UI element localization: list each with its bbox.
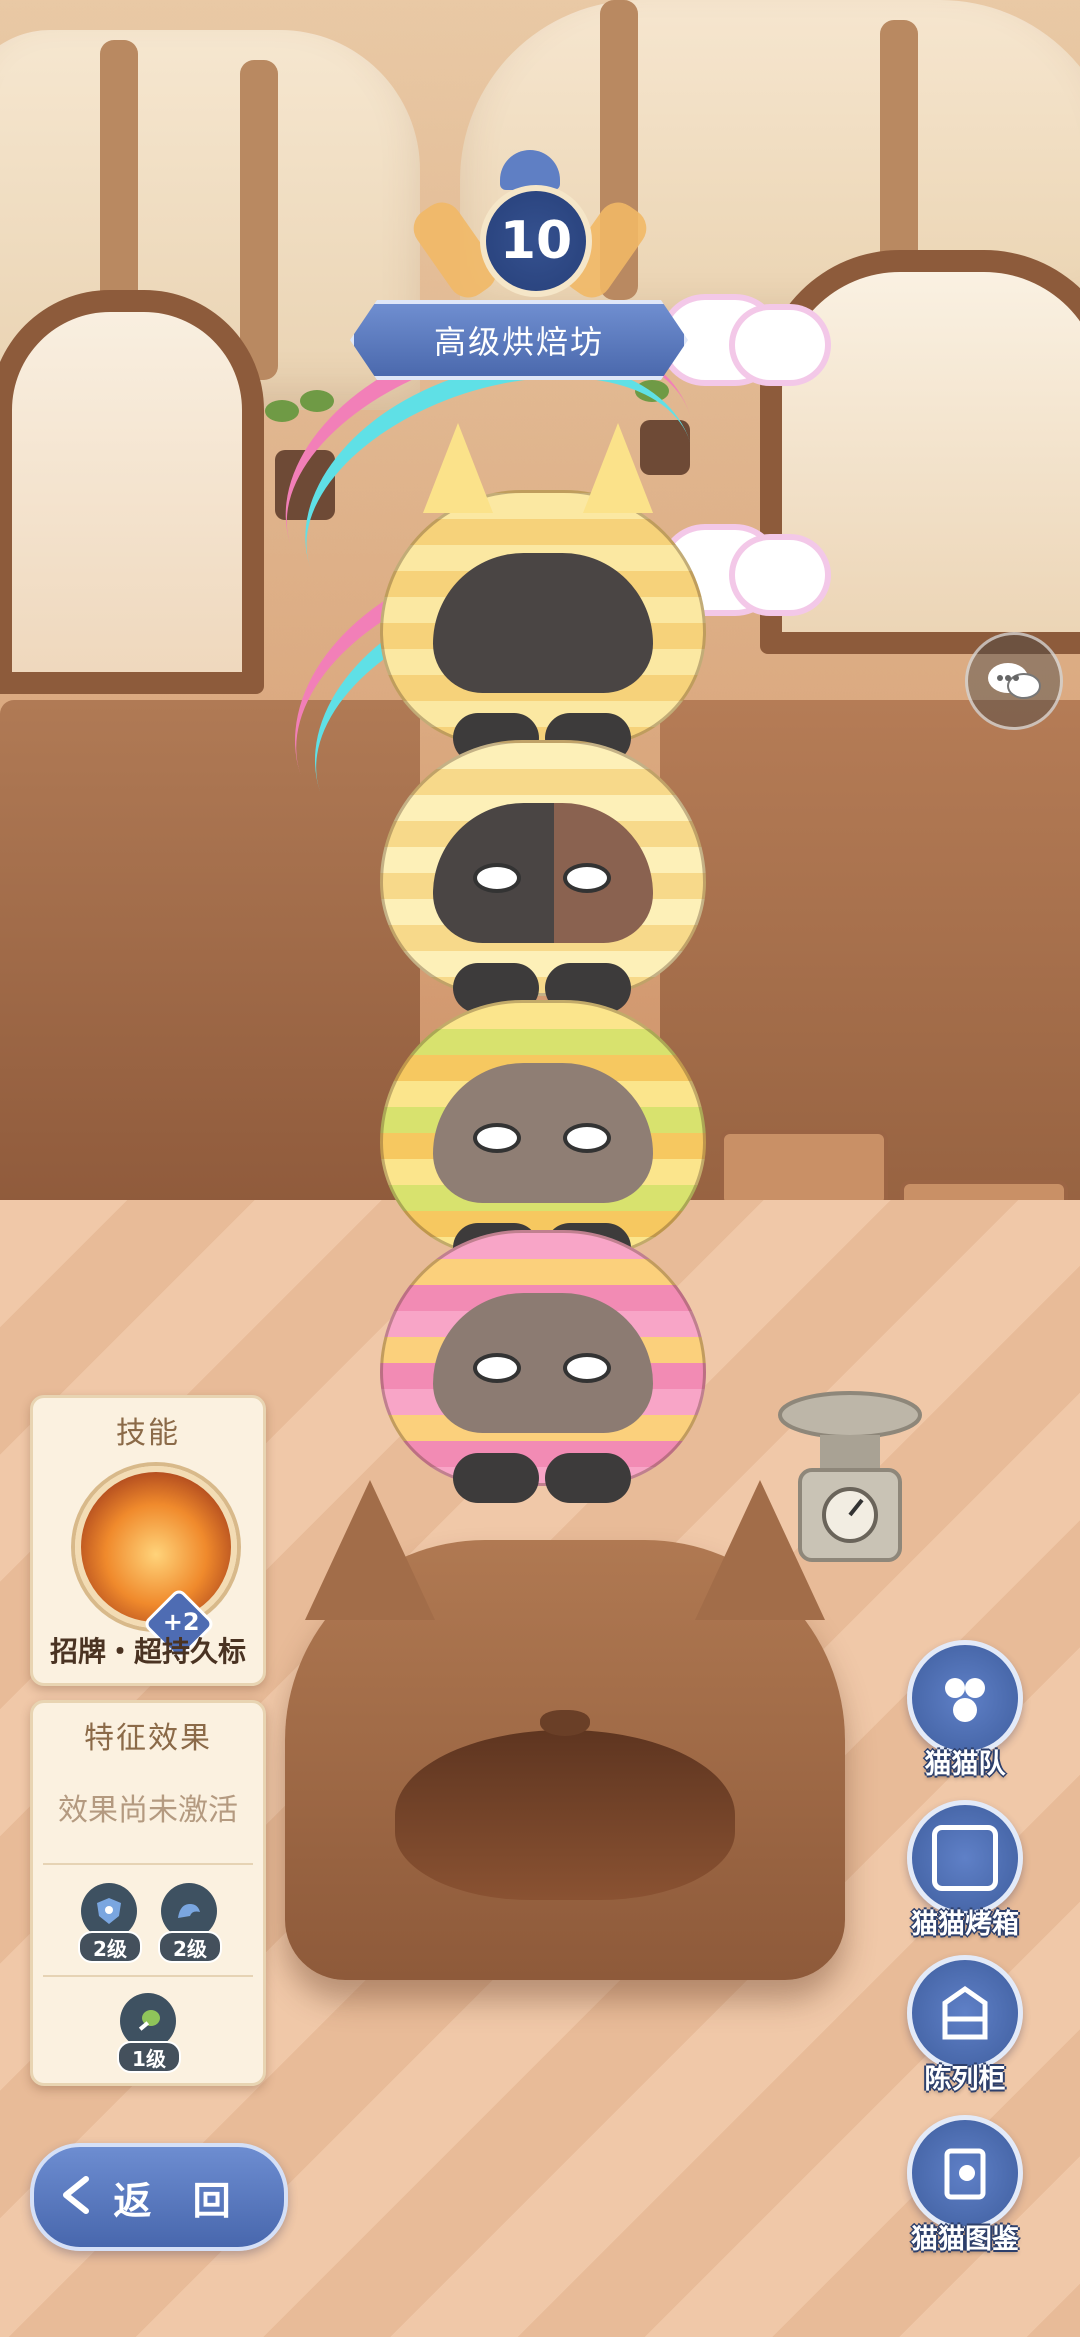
cat-encyclopedia-icon (907, 2115, 1023, 2231)
trait-level-item[interactable]: 2级 (78, 1883, 142, 1963)
chef-hat-icon (500, 150, 560, 190)
cloud-puff (735, 540, 825, 610)
cat-face (433, 1063, 653, 1203)
cat-oven-icon (907, 1800, 1023, 1916)
plant-leaf (265, 400, 299, 422)
window-left (0, 290, 264, 694)
divider (43, 1975, 253, 1977)
feature-panel[interactable]: 特征效果 效果尚未激活 2级 2级 1级 (30, 1700, 266, 2086)
trait-level-item[interactable]: 1级 (117, 1993, 181, 2073)
cat-paws (453, 1453, 633, 1503)
oven-ear-right (695, 1480, 825, 1620)
flame-bread-skill-icon[interactable] (75, 1466, 237, 1628)
cat-team-icon (907, 1640, 1023, 1756)
feature-status: 效果尚未激活 (58, 1793, 238, 1828)
display-cabinet-icon (907, 1955, 1023, 2071)
oven-ear-left (305, 1480, 435, 1620)
skill-panel-title: 技能 (116, 1416, 180, 1451)
roof-beam (240, 60, 278, 380)
menu-label: 猫猫图鉴 (911, 2224, 1019, 2255)
cat-ear (423, 423, 493, 513)
menu-cat-encyclopedia[interactable]: 猫猫图鉴 (880, 2115, 1050, 2265)
menu-cat-team[interactable]: 猫猫队 (880, 1640, 1050, 1790)
back-button-label: 返 回 (113, 2178, 245, 2223)
menu-label: 陈列柜 (924, 2064, 1006, 2095)
drawer (720, 1130, 888, 1208)
oven-mouth (395, 1730, 735, 1900)
cat-ear (583, 423, 653, 513)
cat-gray[interactable] (380, 1000, 706, 1273)
cat-eye (563, 1353, 611, 1383)
trait-level-item[interactable]: 2级 (158, 1883, 222, 1963)
rank-title: 高级烘焙坊 (350, 300, 688, 380)
chat-bubble-icon (988, 663, 1041, 699)
trait-level-label: 1级 (117, 2041, 181, 2073)
bakery-level-badge[interactable]: 10 (405, 150, 655, 320)
cloud-puff (735, 310, 825, 380)
skill-name: 招牌・超持久标 (49, 1635, 246, 1668)
menu-label: 猫猫烤箱 (911, 1909, 1019, 1940)
cat-face (433, 553, 653, 693)
cat-oven[interactable] (285, 1480, 845, 1980)
feature-panel-title: 特征效果 (84, 1721, 212, 1756)
back-button[interactable]: 返 回 (30, 2143, 288, 2251)
skill-panel[interactable]: 技能 +2 招牌・超持久标 (30, 1395, 266, 1686)
cat-face (433, 1293, 653, 1433)
divider (43, 1863, 253, 1865)
cat-top[interactable] (380, 423, 706, 763)
menu-label: 猫猫队 (924, 1749, 1006, 1780)
cat-eye (473, 1123, 521, 1153)
cat-bottom[interactable] (380, 1230, 706, 1503)
level-number: 10 (480, 185, 592, 297)
cat-eye (563, 863, 611, 893)
cat-eye (473, 863, 521, 893)
cat-calico[interactable] (380, 740, 706, 1013)
cat-face (433, 803, 653, 943)
back-arrow-icon (63, 2176, 89, 2214)
menu-display-cabinet[interactable]: 陈列柜 (880, 1955, 1050, 2105)
plant-leaf (300, 390, 334, 412)
menu-cat-oven[interactable]: 猫猫烤箱 (880, 1800, 1050, 1950)
bakery-scene: 10 高级烘焙坊 技能 +2 招牌・超持久标 特征效果 效果尚未激活 2级 2级… (0, 0, 1080, 2337)
cat-eye (473, 1353, 521, 1383)
trait-level-label: 2级 (78, 1931, 142, 1963)
oven-nose (540, 1710, 590, 1736)
trait-level-label: 2级 (158, 1931, 222, 1963)
cat-stack[interactable] (360, 420, 720, 1503)
cat-eye (563, 1123, 611, 1153)
chat-button[interactable] (965, 632, 1063, 730)
